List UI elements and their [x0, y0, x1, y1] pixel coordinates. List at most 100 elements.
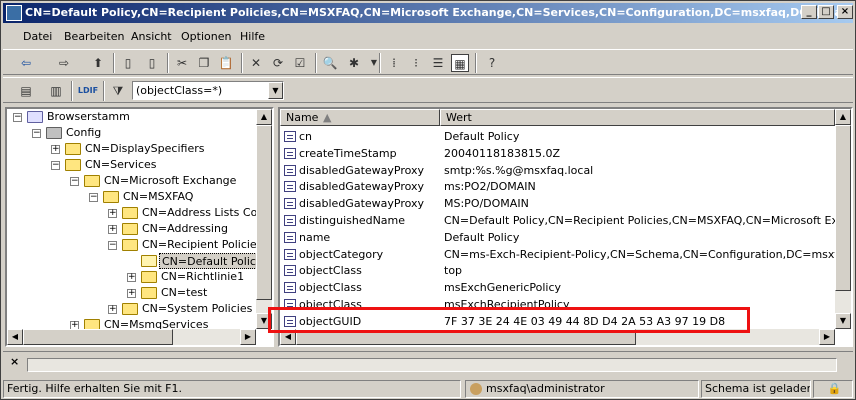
folder-icon — [122, 223, 138, 235]
back-icon[interactable]: ⇦ — [17, 54, 35, 72]
scroll-right-icon[interactable]: ▶ — [240, 329, 256, 345]
filter-icon[interactable]: ⧩ — [109, 82, 127, 100]
scroll-up-icon[interactable]: ▲ — [256, 109, 272, 125]
attribute-value: msExchGenericPolicy — [444, 281, 562, 295]
filter-combobox[interactable]: (objectClass=*) ▼ — [132, 81, 284, 100]
details-view-icon[interactable]: ▦ — [451, 54, 469, 72]
menu-ansicht[interactable]: Ansicht — [131, 30, 172, 43]
scroll-right-icon[interactable]: ▶ — [819, 329, 835, 345]
server-icon — [46, 127, 62, 139]
attribute-name: createTimeStamp — [299, 146, 397, 160]
maximize-button[interactable]: □ — [818, 5, 834, 19]
refresh-icon[interactable]: ⟳ — [269, 54, 287, 72]
list-vertical-scrollbar[interactable]: ▲ ▼ — [835, 109, 851, 329]
attribute-name: objectCategory — [299, 247, 384, 261]
collapse-icon[interactable]: − — [108, 241, 117, 250]
help-icon[interactable]: ? — [483, 54, 501, 72]
list-row-name[interactable]: name Default Policy — [280, 229, 840, 246]
expand-icon[interactable]: + — [127, 273, 136, 282]
tree-label: CN=Services — [85, 158, 157, 171]
collapse-icon[interactable]: − — [32, 129, 41, 138]
status-user-label: msxfaq\administrator — [486, 382, 605, 395]
column-header-value[interactable]: Wert — [440, 109, 835, 126]
attribute-icon — [284, 265, 296, 277]
close-button[interactable]: × — [837, 5, 853, 19]
attribute-value: Default Policy — [444, 130, 520, 143]
menu-hilfe[interactable]: Hilfe — [240, 30, 265, 43]
expand-icon[interactable]: + — [108, 209, 117, 218]
list-view-icon[interactable]: ☰ — [429, 54, 447, 72]
minimize-button[interactable]: _ — [801, 5, 817, 19]
attribute-name: distinguishedName — [299, 214, 406, 227]
list-row-disabledGatewayProxy[interactable]: disabledGatewayProxy MS:PO/DOMAIN — [280, 195, 840, 212]
copy-icon[interactable]: ❐ — [195, 54, 213, 72]
list-row-distinguishedName[interactable]: distinguishedName CN=Default Policy,CN=Re… — [280, 212, 851, 229]
menu-optionen[interactable]: Optionen — [181, 30, 231, 43]
disconnect-icon[interactable]: ▯ — [143, 54, 161, 72]
menu-datei[interactable]: Datei — [23, 30, 52, 43]
ldif-icon[interactable]: LDIF — [77, 82, 99, 100]
menu-bearbeiten[interactable]: Bearbeiten — [64, 30, 124, 43]
scroll-up-icon[interactable]: ▲ — [835, 109, 851, 125]
attribute-value: top — [444, 264, 463, 278]
attribute-icon — [284, 131, 296, 142]
tree-pane: − Browserstamm − Config + CN=DisplaySpec… — [5, 107, 274, 347]
log-panel: × — [3, 351, 853, 377]
list-row-createTimeStamp[interactable]: createTimeStamp 20040118183815.0Z — [280, 145, 840, 162]
list-row-objectClass[interactable]: objectClass top — [280, 262, 840, 279]
attribute-value: Default Policy — [444, 230, 520, 244]
status-schema: Schema ist geladen — [701, 380, 811, 398]
new-object-icon[interactable]: ✱ — [345, 54, 363, 72]
attribute-icon — [284, 282, 296, 294]
folder-icon — [65, 143, 81, 155]
status-lock: 🔒 — [813, 380, 853, 398]
expand-icon[interactable]: + — [108, 305, 117, 314]
list-row-disabledGatewayProxy[interactable]: disabledGatewayProxy smtp:%s.%g@msxfaq.lo… — [280, 162, 840, 179]
open-folder-icon — [141, 255, 157, 267]
title-bar: CN=Default Policy,CN=Recipient Policies,… — [3, 3, 853, 23]
list-row-objectCategory[interactable]: objectCategory CN=ms-Exch-Recipient-Polic… — [280, 246, 851, 263]
attribute-value: 20040118183815.0Z — [444, 146, 561, 160]
filter-dropdown-icon[interactable]: ▼ — [268, 82, 283, 99]
attribute-name: objectClass — [299, 264, 362, 278]
log-scrollbar[interactable] — [27, 358, 837, 372]
status-user: msxfaq\administrator — [465, 380, 699, 398]
search-icon[interactable]: 🔍 — [321, 54, 339, 72]
window-title: CN=Default Policy,CN=Recipient Policies,… — [25, 6, 846, 19]
cut-icon[interactable]: ✂ — [173, 54, 191, 72]
collapse-icon[interactable]: − — [70, 177, 79, 186]
import-icon[interactable]: ▥ — [47, 82, 65, 100]
attribute-value: CN=Default Policy,CN=Recipient Policies,… — [444, 214, 853, 227]
large-icons-icon[interactable]: ⁞ — [385, 54, 403, 72]
column-header-name[interactable]: Name ▲ — [280, 109, 440, 126]
tree-label: Browserstamm — [47, 110, 130, 123]
scroll-left-icon[interactable]: ◀ — [7, 329, 23, 345]
scroll-thumb[interactable] — [23, 329, 173, 345]
properties-icon[interactable]: ☑ — [291, 54, 309, 72]
paste-icon[interactable]: 📋 — [217, 54, 235, 72]
attribute-icon — [284, 164, 296, 176]
expand-icon[interactable]: + — [108, 225, 117, 234]
close-icon[interactable]: × — [10, 355, 19, 368]
export-icon[interactable]: ▤ — [17, 82, 35, 100]
scroll-down-icon[interactable]: ▼ — [835, 313, 851, 329]
tree-horizontal-scrollbar[interactable]: ◀ ▶ — [7, 329, 256, 345]
collapse-icon[interactable]: − — [51, 161, 60, 170]
expand-icon[interactable]: + — [127, 289, 136, 298]
delete-icon[interactable]: ✕ — [247, 54, 265, 72]
collapse-icon[interactable]: − — [89, 193, 98, 202]
scroll-thumb[interactable] — [256, 125, 272, 300]
folder-icon — [122, 303, 138, 315]
list-row-cn[interactable]: cn Default Policy — [280, 128, 840, 145]
tree-vertical-scrollbar[interactable]: ▲ ▼ — [256, 109, 272, 329]
expand-icon[interactable]: + — [51, 145, 60, 154]
list-row-objectClass[interactable]: objectClass msExchGenericPolicy — [280, 279, 840, 296]
up-folder-icon[interactable]: ⬆ — [89, 54, 107, 72]
folder-icon — [84, 175, 100, 187]
collapse-icon[interactable]: − — [13, 113, 22, 122]
scroll-thumb[interactable] — [835, 125, 851, 291]
small-icons-icon[interactable]: ⁝ — [407, 54, 425, 72]
list-row-disabledGatewayProxy[interactable]: disabledGatewayProxy ms:PO2/DOMAIN — [280, 178, 840, 195]
forward-icon[interactable]: ⇨ — [55, 54, 73, 72]
connect-icon[interactable]: ▯ — [119, 54, 137, 72]
